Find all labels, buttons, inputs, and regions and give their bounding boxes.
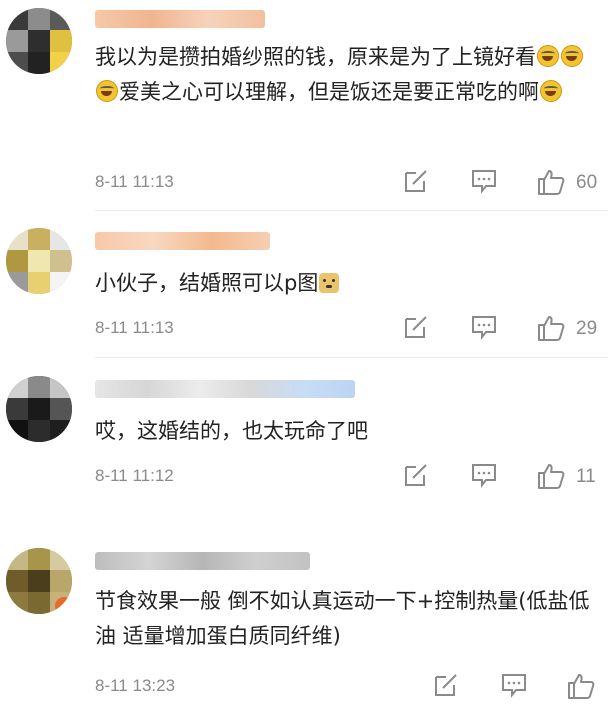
thumbs-up-icon[interactable]: [566, 672, 596, 700]
timestamp: 8-11 11:13: [95, 172, 174, 191]
username-blurred[interactable]: [95, 232, 270, 250]
avatar[interactable]: [6, 376, 72, 442]
comment-text: 小伙子，结婚照可以p图: [95, 266, 600, 301]
laughing-crying-emoji-icon: [537, 45, 559, 67]
like-count: 29: [576, 318, 598, 339]
username-blurred[interactable]: [95, 380, 355, 398]
like-count: 11: [576, 466, 596, 487]
divider: [95, 210, 608, 211]
avatar[interactable]: [6, 8, 72, 74]
comment-meta: 8-11 13:23: [0, 672, 608, 702]
comment-text: 哎，这婚结的，也太玩命了吧: [95, 419, 368, 443]
comment-bubble-icon[interactable]: [470, 462, 498, 488]
laughing-crying-emoji-icon: [561, 45, 583, 67]
avatar[interactable]: [6, 548, 72, 614]
doge-emoji-icon: [319, 273, 340, 293]
share-edit-icon[interactable]: [402, 314, 430, 340]
share-edit-icon[interactable]: [402, 462, 430, 488]
username-blurred[interactable]: [95, 10, 265, 28]
like-count: 60: [576, 172, 598, 193]
comment-bubble-icon[interactable]: [500, 672, 528, 698]
laughing-crying-emoji-icon: [96, 80, 118, 102]
thumbs-up-icon[interactable]: [536, 462, 566, 490]
timestamp: 8-11 11:12: [95, 466, 174, 485]
username-blurred[interactable]: [95, 552, 310, 570]
thumbs-up-icon[interactable]: [536, 168, 566, 196]
share-edit-icon[interactable]: [402, 168, 430, 194]
laughing-crying-emoji-icon: [540, 80, 562, 102]
comment-text: 节食效果一般 倒不如认真运动一下+控制热量(低盐低油 适量增加蛋白质同纤维): [95, 589, 590, 648]
divider: [95, 357, 608, 358]
comment-meta: 8-11 11:12 11: [0, 462, 608, 492]
comment-meta: 8-11 11:13 60: [0, 168, 608, 198]
comment-meta: 8-11 11:13 29: [0, 314, 608, 344]
timestamp: 8-11 13:23: [95, 676, 176, 695]
avatar[interactable]: [6, 228, 72, 294]
thumbs-up-icon[interactable]: [536, 314, 566, 342]
comment-bubble-icon[interactable]: [470, 168, 498, 194]
share-edit-icon[interactable]: [432, 672, 460, 698]
comment-bubble-icon[interactable]: [470, 314, 498, 340]
timestamp: 8-11 11:13: [95, 318, 174, 337]
comment-text: 我以为是攒拍婚纱照的钱，原来是为了上镜好看爱美之心可以理解，但是饭还是要正常吃的…: [95, 40, 600, 110]
